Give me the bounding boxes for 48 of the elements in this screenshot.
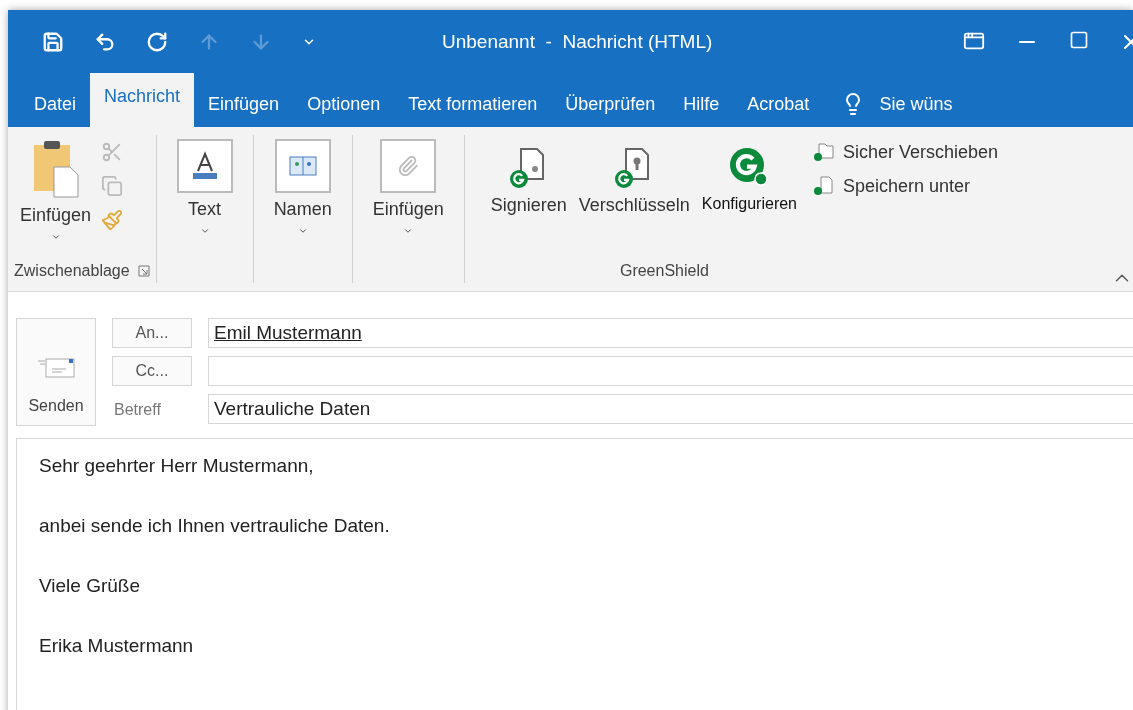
document-icon: [813, 175, 835, 197]
cc-button[interactable]: Cc...: [112, 356, 192, 386]
cc-field[interactable]: [208, 356, 1133, 386]
tell-me-field[interactable]: Sie wüns: [879, 93, 953, 115]
subject-label: Betreff: [113, 401, 162, 419]
caret-icon: [199, 226, 210, 236]
undo-icon[interactable]: [94, 30, 116, 53]
ribbon-button[interactable]: Speichern unter: [813, 175, 999, 197]
ribbon-tab[interactable]: Hilfe: [669, 81, 734, 127]
to-field[interactable]: Emil Mustermann: [208, 318, 1133, 348]
ribbon-tab[interactable]: Nachricht: [90, 73, 195, 127]
group-label: Zwischenablage: [14, 262, 130, 280]
ribbon-tab[interactable]: Einfügen: [194, 81, 294, 127]
message-body[interactable]: Sehr geehrter Herr Mustermann, anbei sende ich Ihnen vertrauliche Daten. Viele Grüße Erika Mustermann: [16, 438, 1133, 710]
window-title: Unbenannt - Nachricht (HTML): [442, 30, 714, 53]
ribbon-button[interactable]: Konfigurieren: [695, 135, 803, 259]
save-icon[interactable]: [42, 30, 64, 53]
ribbon-tab[interactable]: Acrobat: [733, 81, 824, 127]
caret-icon: [403, 226, 414, 236]
dialog-launcher-icon[interactable]: [137, 265, 150, 277]
body-paragraph: Viele Grüße: [39, 575, 142, 597]
body-paragraph: Erika Mustermann: [39, 635, 195, 657]
ribbon-button[interactable]: Sicher Verschieben: [813, 141, 999, 163]
envelope-icon: [36, 355, 76, 379]
redo-icon[interactable]: [146, 30, 168, 53]
ribbon-button[interactable]: Signieren: [484, 135, 573, 259]
ribbon-tab[interactable]: Überprüfen: [551, 81, 670, 127]
recipient-link[interactable]: Emil Mustermann: [214, 322, 362, 344]
ribbon-tab[interactable]: Datei: [20, 81, 91, 127]
body-paragraph: Sehr geehrter Herr Mustermann,: [39, 455, 315, 477]
send-button[interactable]: Senden: [16, 318, 96, 426]
ribbon-tab[interactable]: Text formatieren: [394, 81, 552, 127]
body-paragraph: anbei sende ich Ihnen vertrauliche Daten.: [39, 515, 391, 537]
address-book-icon: [288, 155, 317, 177]
ribbon-tab[interactable]: Optionen: [293, 81, 395, 127]
caret-icon: [50, 232, 61, 242]
dropdown-button[interactable]: Namen: [267, 135, 338, 283]
dropdown-button[interactable]: Text: [170, 135, 239, 283]
ribbon-button[interactable]: Verschlüsseln: [572, 135, 696, 259]
dropdown-button[interactable]: Einfügen: [366, 135, 450, 283]
to-button[interactable]: An...: [112, 318, 192, 348]
paperclip-icon: [397, 155, 420, 177]
subject-field[interactable]: Vertrauliche Daten: [208, 394, 1133, 424]
group-label: GreenShield: [619, 262, 709, 280]
folder-icon: [813, 141, 835, 163]
caret-icon: [297, 226, 308, 236]
maximize-icon[interactable]: [1069, 29, 1089, 50]
paste-button[interactable]: Einfügen: [14, 135, 98, 259]
